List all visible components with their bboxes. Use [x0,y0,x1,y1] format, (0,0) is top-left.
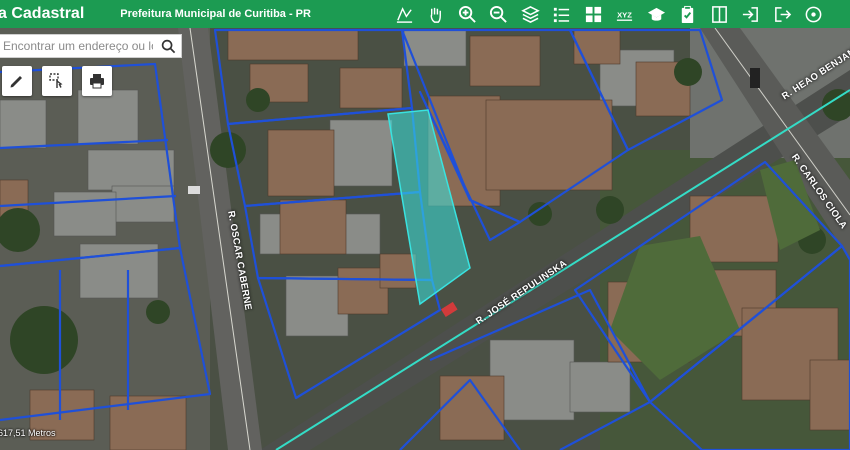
scale-readout: 617,51 Metros [0,428,56,438]
touch-select-icon [49,73,63,88]
coordinates-icon[interactable]: XYZ [613,2,637,26]
search-icon[interactable] [161,39,176,54]
print-button[interactable] [82,66,112,96]
clipboard-check-icon[interactable] [676,2,700,26]
split-view-icon[interactable] [707,2,731,26]
printer-icon [90,74,104,89]
header-bar: a Cadastral Prefeitura Municipal de Curi… [0,0,850,28]
pan-hand-icon[interactable] [424,2,448,26]
select-button[interactable] [42,66,72,96]
pencil-icon [10,76,22,88]
app-title: a Cadastral [0,5,85,22]
zoom-out-icon[interactable] [487,2,511,26]
svg-text:XYZ: XYZ [617,10,632,19]
org-title: Prefeitura Municipal de Curitiba - PR [120,8,311,20]
search-input[interactable] [0,38,155,54]
map-layers-icon[interactable] [392,2,416,26]
graduation-cap-icon[interactable] [644,2,668,26]
login-icon[interactable] [739,2,763,26]
zoom-in-icon[interactable] [455,2,479,26]
logout-icon[interactable] [770,2,794,26]
address-search [0,34,182,58]
layers-stack-icon[interactable] [518,2,542,26]
toolbar: XYZ [392,2,833,26]
map-view[interactable] [0,28,850,450]
grid-icon[interactable] [581,2,605,26]
info-icon[interactable] [802,2,826,26]
draw-button[interactable] [2,66,32,96]
list-icon[interactable] [550,2,574,26]
